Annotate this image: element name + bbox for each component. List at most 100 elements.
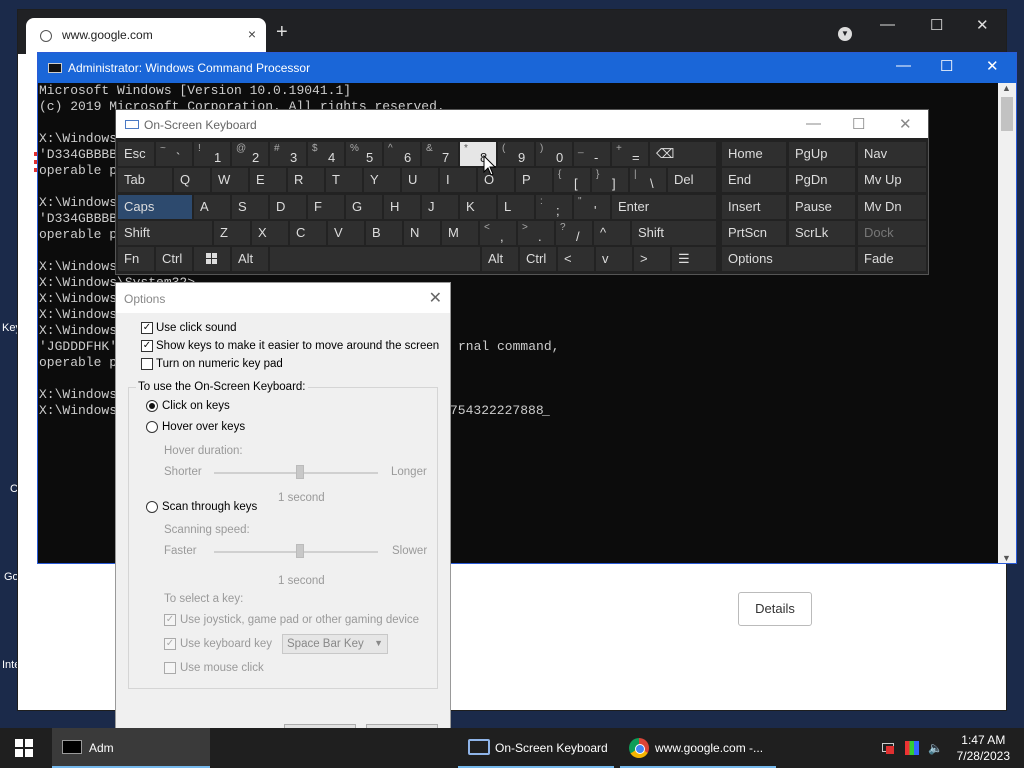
key-w[interactable]: W (212, 168, 248, 192)
key-f[interactable]: F (308, 195, 344, 219)
osk-titlebar[interactable]: On-Screen Keyboard — ☐ ✕ (116, 110, 928, 138)
close-button[interactable]: ✕ (429, 288, 442, 308)
key-y[interactable]: Y (364, 168, 400, 192)
cmd-titlebar[interactable]: Administrator: Windows Command Processor… (38, 53, 1016, 83)
key-mv-up[interactable]: Mv Up (858, 168, 926, 192)
key-7[interactable]: & 7 (422, 142, 458, 166)
key-u[interactable]: U (402, 168, 438, 192)
key-n[interactable]: N (404, 221, 440, 245)
chrome-tab[interactable]: www.google.com × (26, 18, 266, 54)
key-slash[interactable]: ? / (556, 221, 592, 245)
key-left-arrow[interactable]: < (558, 247, 594, 271)
key-mv-dn[interactable]: Mv Dn (858, 195, 926, 219)
key-i[interactable]: I (440, 168, 476, 192)
close-button[interactable]: ✕ (976, 16, 989, 34)
close-button[interactable]: ✕ (986, 57, 999, 75)
key-alt-left[interactable]: Alt (232, 247, 268, 271)
key-m[interactable]: M (442, 221, 478, 245)
key-esc[interactable]: Esc (118, 142, 154, 166)
key-e[interactable]: E (250, 168, 286, 192)
key-end[interactable]: End (722, 168, 786, 192)
key-d[interactable]: D (270, 195, 306, 219)
details-button[interactable]: Details (738, 592, 812, 626)
key-3[interactable]: #3 (270, 142, 306, 166)
scan-through-keys-radio[interactable] (146, 501, 158, 513)
scroll-thumb[interactable] (1001, 97, 1013, 131)
key-menu[interactable]: ☰ (672, 247, 716, 271)
key-down-arrow[interactable]: v (596, 247, 632, 271)
tab-search-icon[interactable]: ▼ (838, 27, 852, 41)
key-alt-right[interactable]: Alt (482, 247, 518, 271)
network-icon[interactable] (882, 741, 896, 755)
key-pause[interactable]: Pause (789, 195, 855, 219)
key-del[interactable]: Del (668, 168, 716, 192)
key-enter[interactable]: Enter (612, 195, 716, 219)
key-pgdn[interactable]: PgDn (789, 168, 855, 192)
key-2[interactable]: @2 (232, 142, 268, 166)
key-v[interactable]: V (328, 221, 364, 245)
key-h[interactable]: H (384, 195, 420, 219)
close-button[interactable]: ✕ (899, 115, 912, 133)
key-p[interactable]: P (516, 168, 552, 192)
key-b[interactable]: B (366, 221, 402, 245)
start-windows-icon[interactable] (15, 739, 33, 757)
key-6[interactable]: ^ 6 (384, 142, 420, 166)
key-g[interactable]: G (346, 195, 382, 219)
maximize-button[interactable]: ☐ (852, 115, 865, 133)
key-caps[interactable]: Caps (118, 195, 192, 219)
key-period[interactable]: >. (518, 221, 554, 245)
key-semicolon[interactable]: :; (536, 195, 572, 219)
key-q[interactable]: Q (174, 168, 210, 192)
cmd-scrollbar[interactable]: ▲ ▼ (998, 83, 1016, 563)
key-k[interactable]: K (460, 195, 496, 219)
key-ctrl-right[interactable]: Ctrl (520, 247, 556, 271)
key-left-bracket[interactable]: {[ (554, 168, 590, 192)
key-quote[interactable]: " ' (574, 195, 610, 219)
taskbar-cmd[interactable]: Adm (52, 728, 210, 768)
scroll-up-icon[interactable]: ▲ (1002, 83, 1011, 93)
key-shift-right[interactable]: Shift (632, 221, 716, 245)
desktop-icon-label[interactable]: C (10, 483, 18, 495)
key-4[interactable]: $4 (308, 142, 344, 166)
key-l[interactable]: L (498, 195, 534, 219)
key-a[interactable]: A (194, 195, 230, 219)
key-right-bracket[interactable]: }] (592, 168, 628, 192)
numeric-keypad-checkbox[interactable] (141, 358, 153, 370)
click-on-keys-radio[interactable] (146, 400, 158, 412)
key-right-arrow[interactable]: > (634, 247, 670, 271)
key-0[interactable]: ) 0 (536, 142, 572, 166)
key-fade[interactable]: Fade (858, 247, 926, 271)
key-equals[interactable]: + = (612, 142, 648, 166)
key-scrlk[interactable]: ScrLk (789, 221, 855, 245)
key-fn[interactable]: Fn (118, 247, 154, 271)
scroll-down-icon[interactable]: ▼ (1002, 553, 1011, 563)
key-insert[interactable]: Insert (722, 195, 786, 219)
display-icon[interactable] (905, 741, 919, 755)
key-home[interactable]: Home (722, 142, 786, 166)
minimize-button[interactable]: — (880, 16, 895, 33)
taskbar-osk[interactable]: On-Screen Keyboard (458, 728, 614, 768)
key-comma[interactable]: <, (480, 221, 516, 245)
key-prtscn[interactable]: PrtScn (722, 221, 786, 245)
minimize-button[interactable]: — (806, 115, 821, 132)
key-ctrl-left[interactable]: Ctrl (156, 247, 192, 271)
key-s[interactable]: S (232, 195, 268, 219)
key-minus[interactable]: _ - (574, 142, 610, 166)
maximize-button[interactable]: ☐ (940, 57, 953, 75)
key-9[interactable]: (9 (498, 142, 534, 166)
key-backslash[interactable]: | \ (630, 168, 666, 192)
volume-icon[interactable]: 🔈 (928, 741, 943, 755)
key-nav[interactable]: Nav (858, 142, 926, 166)
taskbar-chrome[interactable]: www.google.com -... (620, 728, 776, 768)
key-c[interactable]: C (290, 221, 326, 245)
minimize-button[interactable]: — (896, 57, 911, 74)
key-up-arrow[interactable]: ^ (594, 221, 630, 245)
hover-over-keys-radio[interactable] (146, 421, 158, 433)
key-space[interactable] (270, 247, 480, 271)
options-titlebar[interactable]: Options ✕ (116, 283, 450, 313)
key-backtick[interactable]: ~ ` (156, 142, 192, 166)
show-keys-checkbox[interactable]: ✓ (141, 340, 153, 352)
key-t[interactable]: T (326, 168, 362, 192)
key-windows[interactable] (194, 247, 230, 271)
key-r[interactable]: R (288, 168, 324, 192)
